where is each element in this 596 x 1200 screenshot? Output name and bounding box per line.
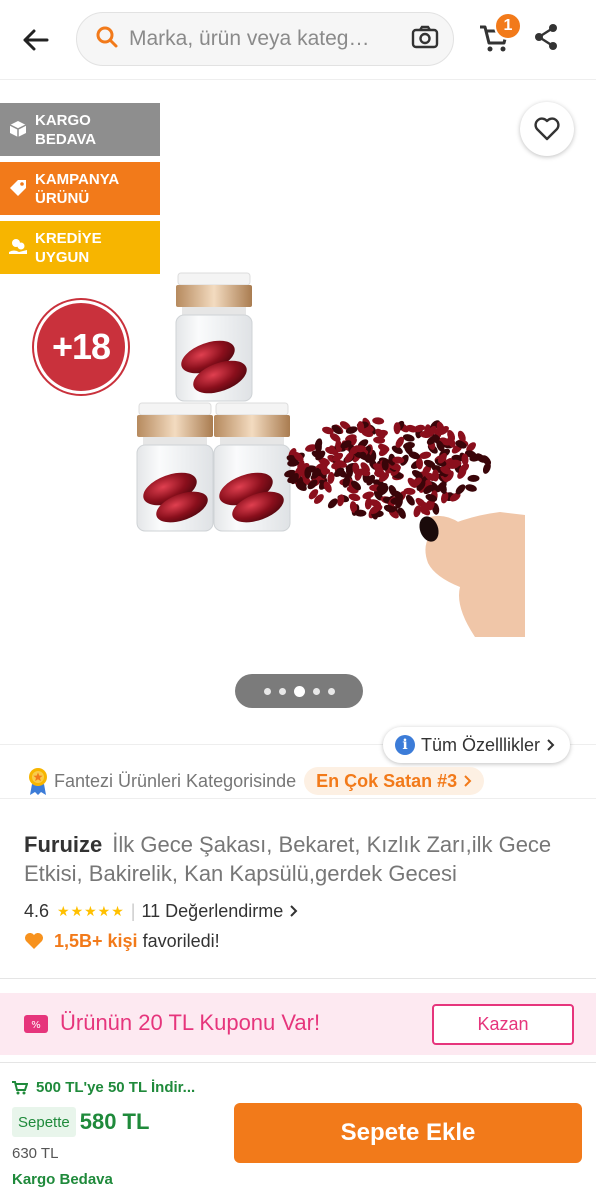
chevron-right-icon bbox=[464, 775, 472, 787]
free-cargo-badge: KARGO BEDAVA bbox=[0, 103, 160, 156]
medal-icon bbox=[29, 768, 47, 795]
all-features-label: Tüm Özelllikler bbox=[421, 734, 541, 755]
favorite-heart-button[interactable] bbox=[520, 102, 574, 156]
favorite-count: 1,5B+ kişi bbox=[54, 930, 138, 951]
add-to-cart-button[interactable]: Sepete Ekle bbox=[234, 1103, 582, 1163]
pagination-dot-active[interactable] bbox=[293, 685, 305, 697]
claim-coupon-button[interactable]: Kazan bbox=[432, 1004, 574, 1045]
capsule bbox=[372, 417, 385, 425]
pagination-dot[interactable] bbox=[327, 687, 335, 695]
chevron-right-icon bbox=[547, 739, 555, 751]
search-input[interactable]: Marka, ürün veya kateg… bbox=[76, 12, 454, 66]
pagination-dot[interactable] bbox=[278, 687, 286, 695]
info-icon: i bbox=[395, 735, 415, 755]
svg-text:%: % bbox=[31, 1020, 41, 1031]
basket-price: Sepette 580 TL bbox=[12, 1107, 149, 1137]
promo-row[interactable]: 500 TL'ye 50 TL İndir... bbox=[12, 1079, 195, 1096]
coupon-icon: % bbox=[24, 1015, 48, 1033]
capsule bbox=[405, 494, 415, 506]
coupon-banner: % Ürünün 20 TL Kuponu Var! Kazan bbox=[0, 993, 596, 1055]
campaign-label: KAMPANYA ÜRÜNÜ bbox=[35, 171, 119, 207]
best-seller-link[interactable]: En Çok Satan #3 bbox=[304, 767, 485, 795]
reviews-link[interactable]: 11 Değerlendirme bbox=[141, 901, 298, 922]
pagination-dot[interactable] bbox=[312, 687, 320, 695]
heart-outline-icon bbox=[534, 117, 560, 141]
chevron-right-icon bbox=[290, 905, 298, 917]
image-pagination-dots[interactable] bbox=[235, 674, 363, 708]
favorites-row: 1,5B+ kişi favoriledi! bbox=[24, 928, 220, 954]
product-photo bbox=[136, 272, 525, 637]
rating-stars: ★★★★★ bbox=[57, 902, 125, 919]
basket-price-label: Sepette bbox=[12, 1107, 76, 1137]
free-shipping-label: Kargo Bedava bbox=[12, 1171, 113, 1188]
capsule bbox=[364, 497, 373, 510]
favorite-suffix: favoriledi! bbox=[142, 930, 220, 951]
coins-hand-icon bbox=[8, 237, 28, 257]
all-features-button[interactable]: i Tüm Özelllikler bbox=[383, 727, 571, 763]
search-placeholder: Marka, ürün veya kateg… bbox=[129, 27, 370, 50]
promo-text: 500 TL'ye 50 TL İndir... bbox=[36, 1079, 196, 1096]
heart-filled-icon bbox=[25, 933, 43, 949]
cart-count-badge: 1 bbox=[494, 12, 522, 40]
best-seller-label: En Çok Satan #3 bbox=[316, 770, 458, 791]
top-bar: Marka, ürün veya kateg… 1 bbox=[0, 0, 596, 80]
campaign-badge: KAMPANYA ÜRÜNÜ bbox=[0, 162, 160, 215]
best-seller-row: Fantezi Ürünleri Kategorisinde En Çok Sa… bbox=[26, 767, 485, 795]
capsule bbox=[403, 441, 415, 450]
separator: | bbox=[130, 900, 136, 921]
bottom-purchase-bar: 500 TL'ye 50 TL İndir... Sepette 580 TL … bbox=[0, 1062, 596, 1200]
pagination-dot[interactable] bbox=[263, 687, 271, 695]
cart-small-icon bbox=[12, 1080, 28, 1094]
capsule bbox=[402, 434, 415, 442]
capsule bbox=[465, 484, 477, 492]
brand-name[interactable]: Furuize bbox=[24, 832, 102, 857]
product-name: İlk Gece Şakası, Bekaret, Kızlık Zarı,il… bbox=[24, 832, 552, 886]
tag-icon bbox=[8, 178, 28, 198]
capsule bbox=[467, 474, 480, 482]
back-arrow-icon[interactable] bbox=[18, 22, 54, 58]
capsule bbox=[348, 493, 361, 501]
camera-icon[interactable] bbox=[411, 25, 439, 54]
coupon-text: Ürünün 20 TL Kuponu Var! bbox=[60, 1010, 321, 1035]
free-cargo-label: KARGO BEDAVA bbox=[35, 112, 97, 148]
category-text: Fantezi Ürünleri Kategorisinde bbox=[54, 770, 297, 791]
basket-price-value: 580 TL bbox=[79, 1109, 150, 1134]
category-strip: i Tüm Özelllikler Fantezi Ürünleri Kateg… bbox=[0, 727, 596, 799]
product-title: Furuize İlk Gece Şakası, Bekaret, Kızlık … bbox=[24, 830, 564, 888]
age-restriction-badge: +18 bbox=[34, 300, 128, 394]
rating-score: 4.6 bbox=[24, 900, 50, 921]
divider bbox=[0, 978, 596, 979]
share-icon[interactable] bbox=[532, 22, 564, 58]
search-icon bbox=[95, 25, 119, 54]
rating-row: 4.6 ★★★★★ | 11 Değerlendirme bbox=[24, 898, 298, 924]
original-price: 630 TL bbox=[12, 1145, 59, 1162]
product-image-gallery[interactable]: KARGO BEDAVA KAMPANYA ÜRÜNÜ KREDİYE UYGU… bbox=[0, 82, 596, 742]
credit-label: KREDİYE UYGUN bbox=[35, 230, 102, 266]
review-count: 11 Değerlendirme bbox=[141, 900, 284, 921]
box-icon bbox=[8, 119, 28, 139]
